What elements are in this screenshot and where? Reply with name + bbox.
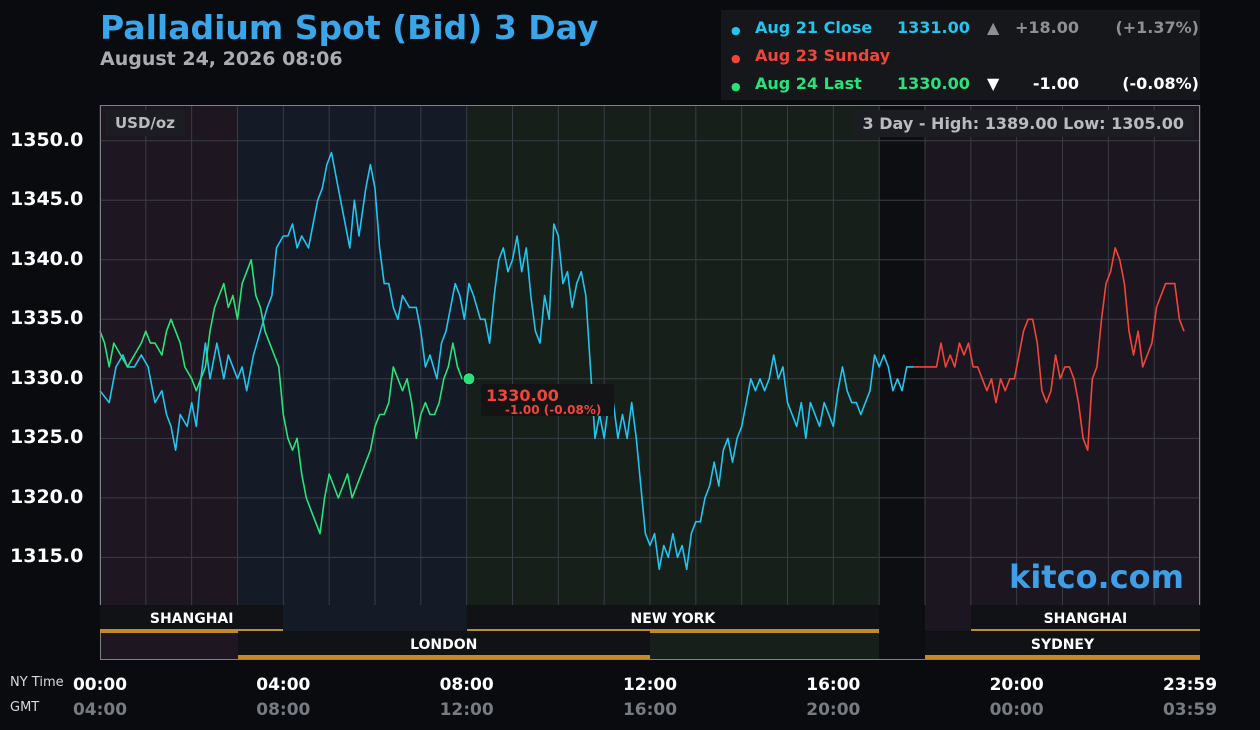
x-tick-label-gmt: 00:00: [989, 700, 1044, 720]
x-tick-label-ny: 20:00: [989, 675, 1044, 695]
x-tick-label-ny: 12:00: [622, 675, 678, 695]
y-tick-label: 1335.0: [10, 307, 84, 330]
market-bar-sydney: SYDNEY: [925, 631, 1200, 659]
x-tick-label-ny: 04:00: [256, 675, 311, 695]
y-tick-label: 1340.0: [10, 247, 84, 270]
callout-change: -1.00 (-0.08%): [505, 403, 602, 417]
y-tick-label: 1315.0: [10, 545, 84, 568]
x-tick-label-ny: 00:00: [72, 675, 128, 695]
y-tick-label: 1330.0: [10, 366, 84, 389]
market-bar-new-york: NEW YORK: [466, 605, 880, 633]
last-price-callout: 1330.00 -1.00 (-0.08%): [481, 384, 614, 417]
x-tick-label-ny: 23:59: [1162, 675, 1218, 695]
x-tick-label-gmt: 04:00: [72, 700, 128, 720]
y-tick-label: 1325.0: [10, 426, 84, 449]
x-tick-label-gmt: 20:00: [806, 700, 861, 720]
watermark-logo: kitco.com: [1009, 558, 1184, 596]
y-tick-label: 1345.0: [10, 188, 84, 211]
x-tick-label-ny: 08:00: [439, 675, 494, 695]
ny-time-label: NY Time: [10, 675, 64, 690]
x-tick-label-gmt: 03:59: [1162, 700, 1218, 720]
gmt-label: GMT: [10, 700, 40, 715]
x-tick-label-gmt: 08:00: [256, 700, 311, 720]
unit-label: USD/oz: [105, 110, 185, 136]
market-bar-shanghai: SHANGHAI: [970, 605, 1200, 633]
x-tick-label-gmt: 12:00: [439, 700, 494, 720]
market-bar-london: LONDON: [237, 631, 650, 659]
x-tick-label-gmt: 16:00: [622, 700, 678, 720]
high-low-label: 3 Day - High: 1389.00 Low: 1305.00: [852, 110, 1194, 137]
y-tick-label: 1320.0: [10, 485, 84, 508]
market-bar-shanghai: SHANGHAI: [100, 605, 284, 633]
x-tick-label-ny: 16:00: [806, 675, 861, 695]
y-tick-label: 1350.0: [10, 128, 84, 151]
